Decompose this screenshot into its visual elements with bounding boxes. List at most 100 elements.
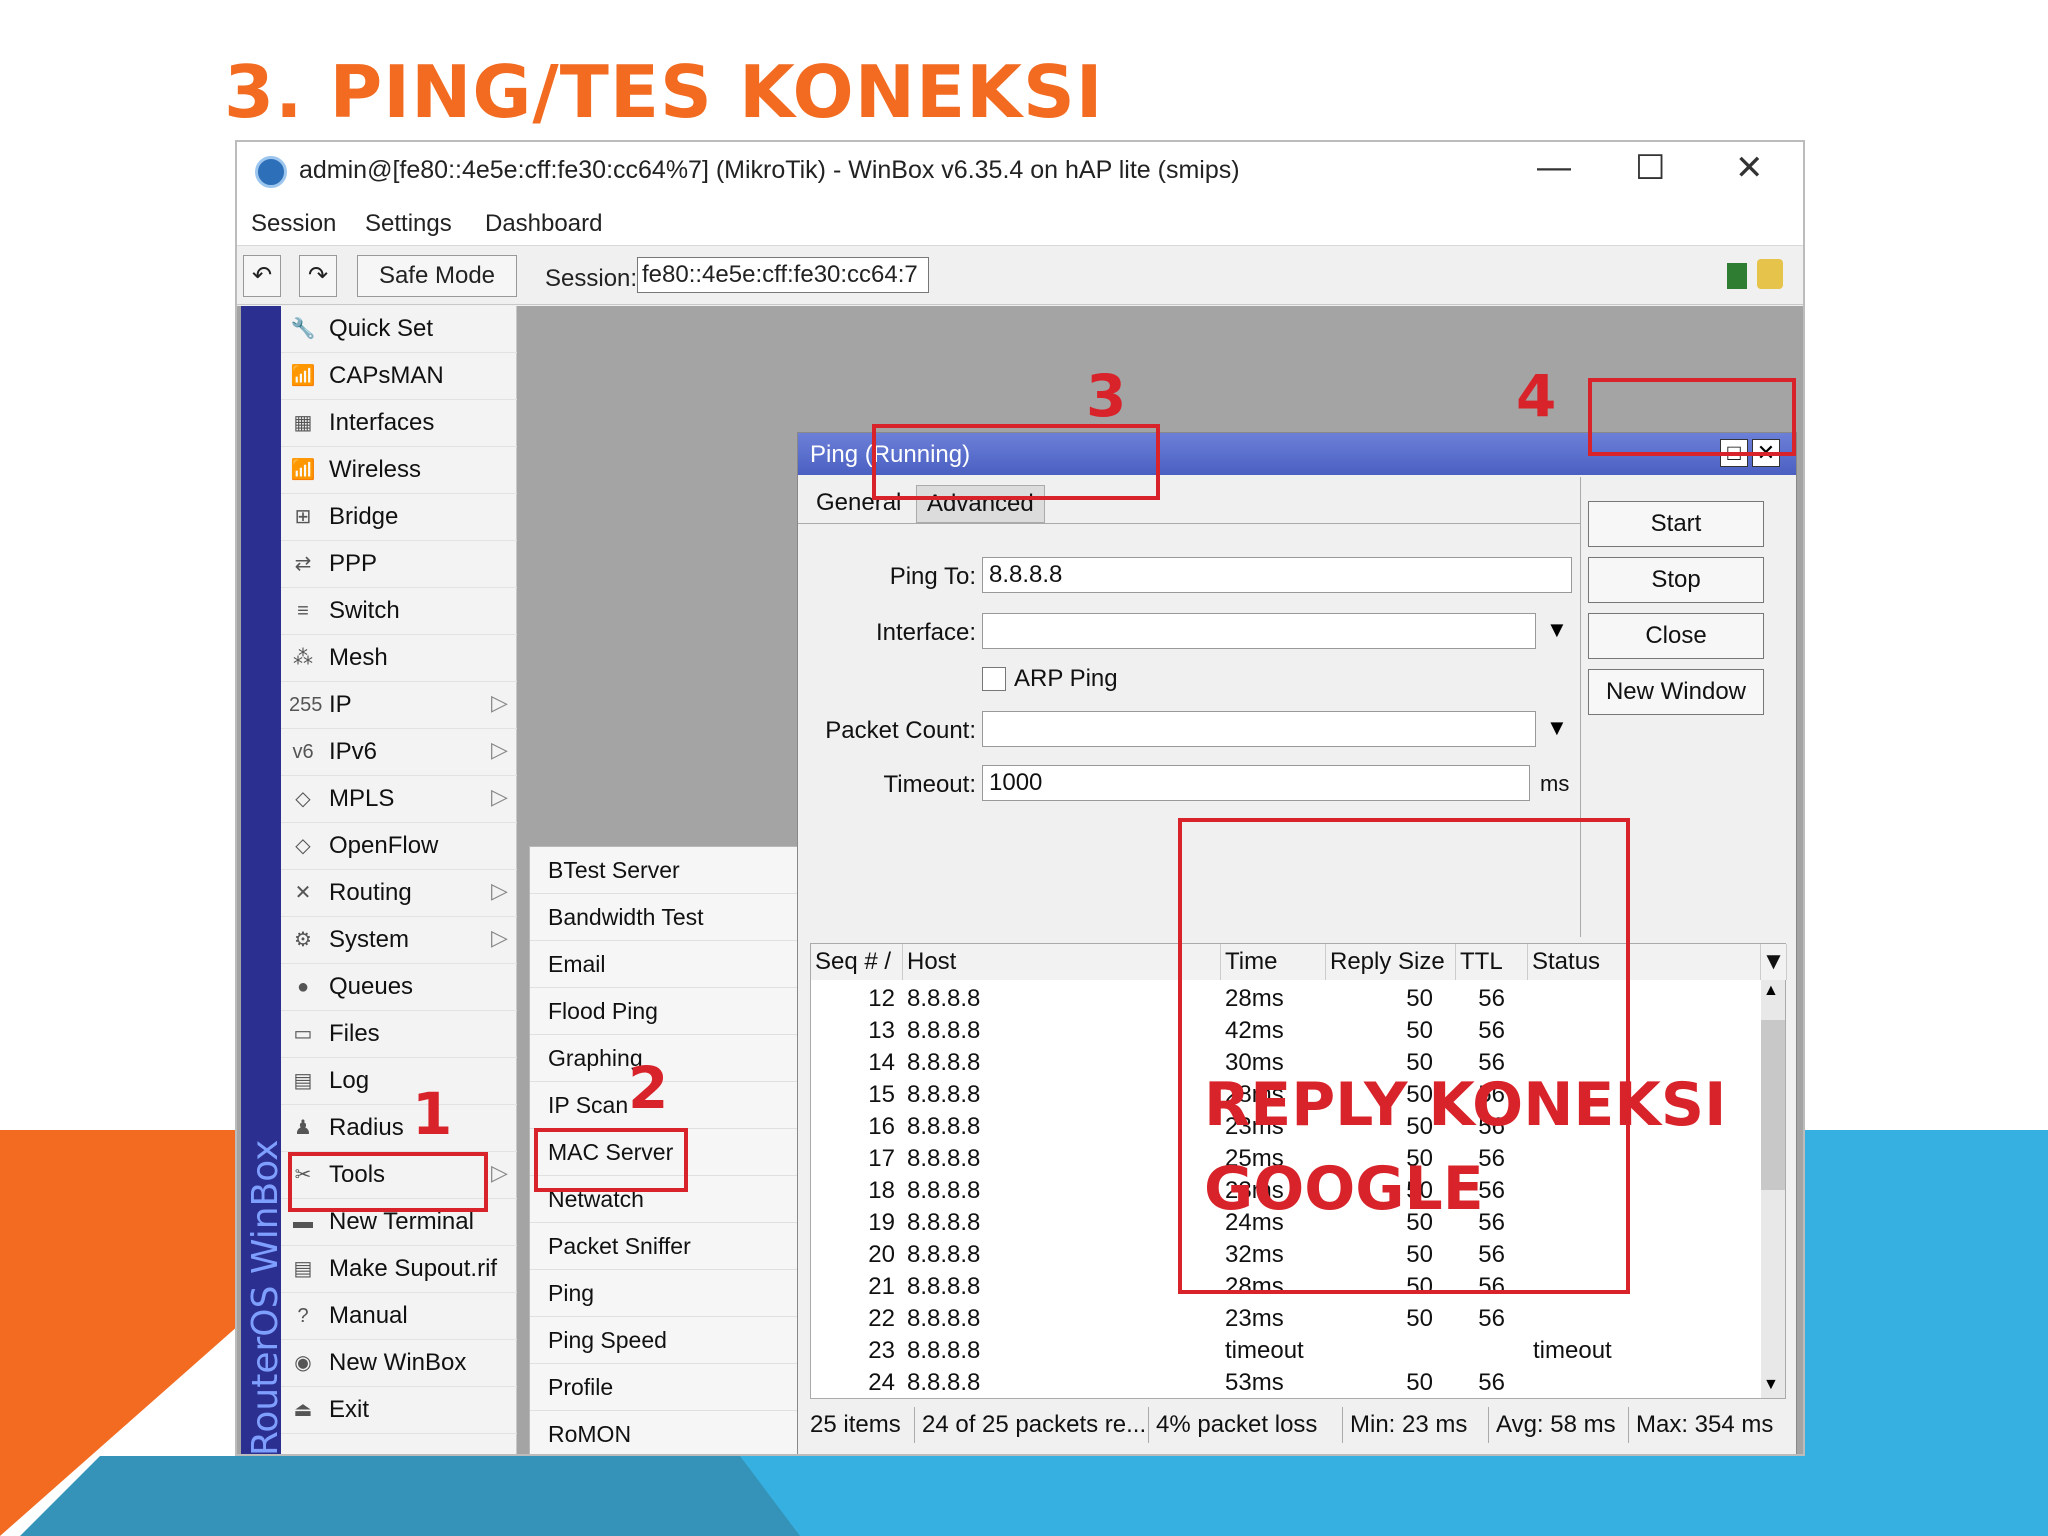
sidebar-item-exit[interactable]: ⏏ Exit [281, 1387, 517, 1434]
sidebar-item-label: New Terminal [329, 1208, 474, 1235]
sidebar-item-new-winbox[interactable]: ◉ New WinBox [281, 1340, 517, 1387]
close-button[interactable]: Close [1588, 613, 1764, 659]
status-max: Max: 354 ms [1636, 1411, 1774, 1438]
submenu-item-email[interactable]: Email [530, 941, 800, 988]
sidebar-item-radius[interactable]: ♟ Radius [281, 1105, 517, 1152]
columns-dropdown-icon[interactable]: ▼ [1761, 944, 1787, 980]
sidebar-item-quick-set[interactable]: 🔧 Quick Set [281, 306, 517, 353]
menu-session[interactable]: Session [251, 210, 336, 238]
maximize-button[interactable]: ☐ [1635, 148, 1665, 188]
arp-ping-checkbox[interactable] [982, 667, 1006, 691]
window-title: admin@[fe80::4e5e:cff:fe30:cc64%7] (Mikr… [299, 156, 1240, 184]
scroll-down-icon[interactable]: ▼ [1763, 1376, 1779, 1394]
sidebar-item-system[interactable]: ⚙ System ▷ [281, 917, 517, 964]
sidebar-item-openflow[interactable]: ◇ OpenFlow [281, 823, 517, 870]
cell-host: 8.8.8.8 [907, 1081, 981, 1108]
status-avg: Avg: 58 ms [1496, 1411, 1616, 1438]
scroll-thumb[interactable] [1761, 1020, 1785, 1190]
submenu-item-btest-server[interactable]: BTest Server [530, 847, 800, 894]
sidebar-item-icon: ▤ [293, 1070, 313, 1092]
sidebar-item-label: Interfaces [329, 409, 435, 436]
sidebar-item-label: Make Supout.rif [329, 1255, 498, 1282]
sidebar-item-icon: ⏏ [293, 1399, 313, 1421]
col-host[interactable]: Host [903, 944, 1221, 980]
results-scrollbar[interactable]: ▲ ▼ [1761, 980, 1785, 1398]
highlight-start [1588, 378, 1796, 456]
sidebar-item-routing[interactable]: ✕ Routing ▷ [281, 870, 517, 917]
timeout-unit: ms [1540, 771, 1570, 796]
sidebar-item-wireless[interactable]: 📶 Wireless [281, 447, 517, 494]
status-separator [1342, 1407, 1343, 1443]
sidebar-item-manual[interactable]: ? Manual [281, 1293, 517, 1340]
step-1-label: 1 [412, 1080, 453, 1148]
highlight-tools [288, 1152, 488, 1212]
timeout-input[interactable]: 1000 [982, 765, 1530, 801]
table-row[interactable]: 23 8.8.8.8 timeout timeout [811, 1334, 1751, 1366]
sidebar-item-icon: ◉ [294, 1352, 312, 1374]
submenu-item-ping-speed[interactable]: Ping Speed [530, 1317, 800, 1364]
sidebar-item-mpls[interactable]: ◇ MPLS ▷ [281, 776, 517, 823]
status-separator [1148, 1407, 1149, 1443]
sidebar-item-capsman[interactable]: 📶 CAPsMAN [281, 353, 517, 400]
sidebar-item-ip[interactable]: 255 IP ▷ [281, 682, 517, 729]
interface-select[interactable] [982, 613, 1536, 649]
sidebar-item-icon: 📶 [290, 365, 316, 387]
redo-button[interactable]: ↷ [299, 255, 337, 297]
cell-host: 8.8.8.8 [907, 1113, 981, 1140]
sidebar-item-switch[interactable]: ≡ Switch [281, 588, 517, 635]
close-window-button[interactable]: ✕ [1735, 148, 1764, 188]
cell-ttl: 56 [1478, 1305, 1505, 1332]
sidebar-item-label: Routing [329, 879, 412, 906]
step-3-label: 3 [1086, 362, 1127, 430]
submenu-item-packet-sniffer[interactable]: Packet Sniffer [530, 1223, 800, 1270]
sidebar-item-files[interactable]: ▭ Files [281, 1011, 517, 1058]
submenu-arrow-icon: ▷ [491, 1160, 508, 1185]
sidebar-item-ppp[interactable]: ⇄ PPP [281, 541, 517, 588]
sidebar-item-make-supout-rif[interactable]: ▤ Make Supout.rif [281, 1246, 517, 1293]
sidebar-item-ipv6[interactable]: v6 IPv6 ▷ [281, 729, 517, 776]
session-field[interactable]: fe80::4e5e:cff:fe30:cc64:7 [637, 257, 929, 293]
submenu-item-label: Packet Sniffer [548, 1233, 691, 1259]
sidebar-item-label: Wireless [329, 456, 422, 483]
submenu-item-profile[interactable]: Profile [530, 1364, 800, 1411]
ping-to-input[interactable]: 8.8.8.8 [982, 557, 1572, 593]
arp-ping-label: ARP Ping [1014, 665, 1118, 692]
timeout-label: Timeout: [883, 771, 976, 798]
sidebar-item-icon: 🔧 [290, 318, 316, 340]
stop-button[interactable]: Stop [1588, 557, 1764, 603]
sidebar-item-label: New WinBox [329, 1349, 467, 1376]
packet-count-input[interactable] [982, 711, 1536, 747]
submenu-item-bandwidth-test[interactable]: Bandwidth Test [530, 894, 800, 941]
cell-seq: 22 [868, 1305, 895, 1332]
sidebar-item-label: System [329, 926, 410, 953]
sidebar-item-icon: 255 [289, 694, 323, 716]
undo-button[interactable]: ↶ [243, 255, 281, 297]
interface-dropdown-icon[interactable]: ▼ [1546, 617, 1568, 643]
scroll-up-icon[interactable]: ▲ [1763, 982, 1779, 1000]
menu-settings[interactable]: Settings [365, 210, 452, 238]
new-window-button[interactable]: New Window [1588, 669, 1764, 715]
sidebar-item-label: IP [329, 691, 352, 718]
col-seq[interactable]: Seq # / [811, 944, 903, 980]
submenu-item-romon[interactable]: RoMON [530, 1411, 800, 1454]
sidebar-item-mesh[interactable]: ⁂ Mesh [281, 635, 517, 682]
tab-divider [798, 523, 1580, 524]
submenu-item-ping[interactable]: Ping [530, 1270, 800, 1317]
sidebar-item-icon: ? [297, 1305, 309, 1327]
sidebar-item-label: Switch [329, 597, 400, 624]
submenu-item-flood-ping[interactable]: Flood Ping [530, 988, 800, 1035]
status-items: 25 items [810, 1411, 901, 1438]
minimize-button[interactable]: — [1537, 148, 1571, 187]
start-button[interactable]: Start [1588, 501, 1764, 547]
cell-seq: 20 [868, 1241, 895, 1268]
packet-count-dropdown-icon[interactable]: ▼ [1546, 715, 1568, 741]
table-row[interactable]: 22 8.8.8.8 23ms 50 56 [811, 1302, 1751, 1334]
sidebar-item-bridge[interactable]: ⊞ Bridge [281, 494, 517, 541]
safe-mode-button[interactable]: Safe Mode [357, 255, 517, 297]
sidebar-item-label: Quick Set [329, 315, 434, 342]
sidebar-item-queues[interactable]: ● Queues [281, 964, 517, 1011]
sidebar-item-interfaces[interactable]: ▦ Interfaces [281, 400, 517, 447]
sidebar-item-log[interactable]: ▤ Log [281, 1058, 517, 1105]
table-row[interactable]: 24 8.8.8.8 53ms 50 56 [811, 1366, 1751, 1398]
menu-dashboard[interactable]: Dashboard [485, 210, 602, 238]
